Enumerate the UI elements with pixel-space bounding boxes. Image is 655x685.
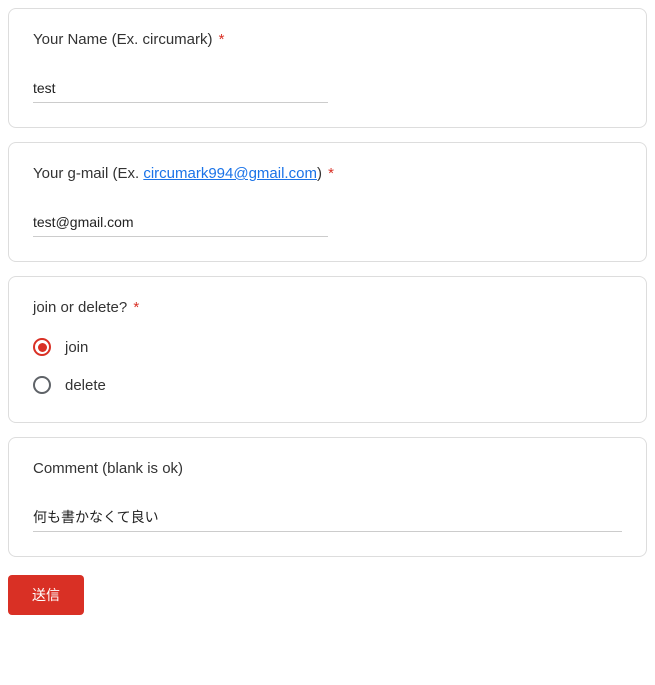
required-asterisk: * [133, 299, 139, 316]
label-text: Your Name (Ex. circumark) [33, 31, 213, 48]
comment-input[interactable] [33, 505, 622, 532]
radio-label: delete [65, 377, 106, 394]
input-wrap [33, 210, 622, 237]
question-label-comment: Comment (blank is ok) [33, 460, 622, 477]
question-card-comment: Comment (blank is ok) [8, 437, 647, 557]
label-text: join or delete? [33, 299, 127, 316]
name-input[interactable] [33, 76, 328, 103]
radio-icon-selected [33, 338, 51, 356]
radio-option-delete[interactable]: delete [33, 376, 622, 394]
required-asterisk: * [328, 165, 334, 182]
question-label-gmail: Your g-mail (Ex. circumark994@gmail.com)… [33, 165, 622, 182]
gmail-input[interactable] [33, 210, 328, 237]
question-card-join-delete: join or delete? * join delete [8, 276, 647, 423]
question-label-name: Your Name (Ex. circumark) * [33, 31, 622, 48]
example-email-link[interactable]: circumark994@gmail.com [143, 165, 317, 182]
radio-icon-unselected [33, 376, 51, 394]
input-wrap [33, 76, 622, 103]
label-text: Comment (blank is ok) [33, 460, 183, 477]
question-card-gmail: Your g-mail (Ex. circumark994@gmail.com)… [8, 142, 647, 262]
radio-option-join[interactable]: join [33, 338, 622, 356]
question-label-join-delete: join or delete? * [33, 299, 622, 316]
required-asterisk: * [219, 31, 225, 48]
label-prefix: Your g-mail (Ex. [33, 165, 143, 182]
question-card-name: Your Name (Ex. circumark) * [8, 8, 647, 128]
input-wrap [33, 505, 622, 532]
label-suffix: ) [317, 165, 322, 182]
radio-inner-dot [38, 343, 47, 352]
radio-label: join [65, 339, 88, 356]
radio-group: join delete [33, 338, 622, 394]
submit-button[interactable]: 送信 [8, 575, 84, 615]
